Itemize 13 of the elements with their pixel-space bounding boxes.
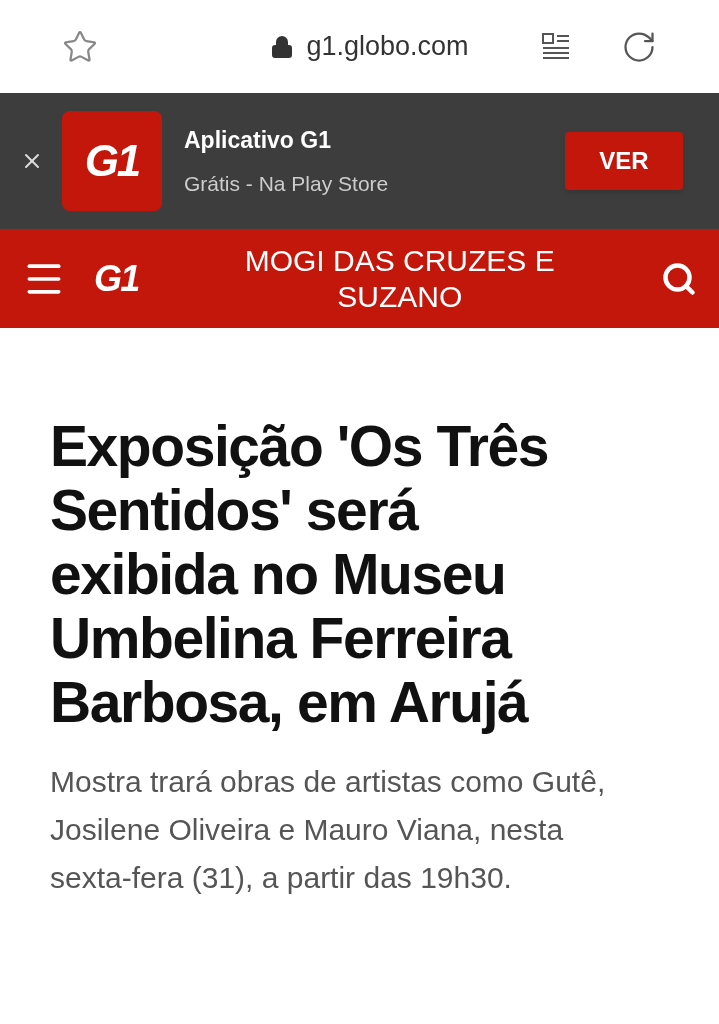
article-headline: Exposição 'Os Três Sentidos' será exibida no Museu Umbelina Ferreira Barbosa, em Arujá	[50, 414, 549, 734]
site-logo[interactable]: G1	[94, 251, 139, 306]
lock-icon	[270, 34, 295, 59]
app-logo: G1	[62, 111, 162, 211]
url-text[interactable]: g1.globo.com	[306, 26, 469, 67]
bookmark-star-icon[interactable]	[62, 28, 98, 65]
view-button[interactable]: VER	[565, 132, 683, 190]
section-title[interactable]: MOGI DAS CRUZES E SUZANO	[239, 242, 560, 315]
app-title: Aplicativo G1	[184, 126, 332, 155]
search-icon[interactable]	[661, 260, 697, 297]
reader-mode-icon[interactable]	[541, 31, 571, 62]
app-subtitle: Grátis - Na Play Store	[184, 170, 390, 197]
article-summary: Mostra trará obras de artistas como Gutê, Josilene Oliveira e Mauro Viana, nesta sexta-fera (31), a partir das 19h30.	[50, 764, 607, 896]
